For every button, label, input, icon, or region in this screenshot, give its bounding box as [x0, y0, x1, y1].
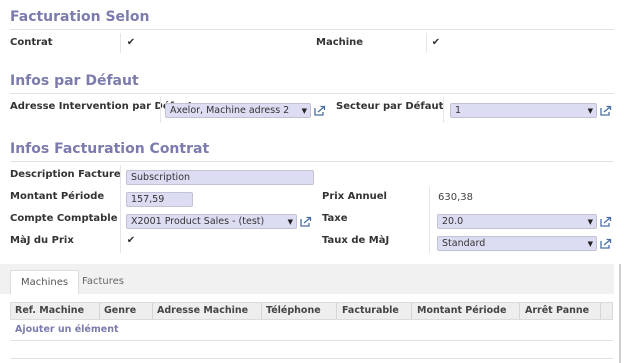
- invoice-description-input[interactable]: Subscription: [126, 170, 314, 185]
- machine-checkbox[interactable]: ✔: [431, 38, 441, 48]
- external-link-icon[interactable]: [300, 216, 312, 227]
- column-header-breakdown-stop[interactable]: Arrêt Panne: [525, 303, 589, 319]
- machine-label: Machine: [316, 37, 364, 48]
- column-header-machine-address[interactable]: Adresse Machine: [157, 303, 248, 319]
- default-address-select[interactable]: Axelor, Machine adress 2 ▼: [165, 103, 311, 118]
- contract-checkbox[interactable]: ✔: [126, 38, 136, 48]
- section-divider: [10, 29, 614, 30]
- field-separator: [120, 33, 121, 53]
- accounting-account-label: Compte Comptable: [10, 213, 118, 224]
- table-header: Ref. Machine Genre Adresse Machine Télép…: [10, 302, 613, 320]
- external-link-icon[interactable]: [600, 105, 612, 116]
- table-bottom-border: [10, 358, 613, 359]
- caret-down-icon: ▼: [587, 107, 593, 115]
- external-link-icon[interactable]: [600, 238, 612, 249]
- contract-label: Contrat: [10, 37, 53, 48]
- field-separator: [120, 165, 121, 253]
- default-sector-label: Secteur par Défaut: [336, 101, 444, 112]
- column-separator: [600, 303, 601, 319]
- annual-price-value: 630,38: [438, 192, 473, 203]
- vertical-scrollbar[interactable]: [619, 264, 621, 363]
- section-title-defaults: Infos par Défaut: [10, 73, 139, 89]
- price-update-label: MàJ du Prix: [10, 235, 74, 246]
- column-separator: [519, 303, 520, 319]
- check-icon: ✔: [126, 37, 136, 48]
- annual-price-label: Prix Annuel: [322, 191, 387, 202]
- column-separator: [411, 303, 412, 319]
- update-rate-select[interactable]: Standard ▼: [437, 236, 597, 251]
- section-title-billing-mode: Facturation Selon: [10, 9, 150, 25]
- accounting-account-select[interactable]: X2001 Product Sales - (test) ▼: [126, 214, 297, 229]
- caret-down-icon: ▼: [587, 218, 593, 226]
- tax-label: Taxe: [322, 213, 348, 224]
- external-link-icon[interactable]: [600, 216, 612, 227]
- check-icon: ✔: [431, 37, 441, 48]
- period-amount-input[interactable]: 157,59: [126, 192, 193, 207]
- section-divider: [10, 161, 614, 162]
- external-link-icon[interactable]: [314, 105, 326, 116]
- column-header-genre[interactable]: Genre: [104, 303, 136, 319]
- update-rate-label: Taux de MàJ: [322, 235, 390, 246]
- tab-machines[interactable]: Machines: [10, 270, 80, 294]
- section-title-contract-billing: Infos Facturation Contrat: [10, 141, 210, 157]
- table-row-divider: [10, 340, 613, 341]
- field-separator: [443, 97, 444, 123]
- field-separator: [429, 187, 430, 253]
- column-header-billable[interactable]: Facturable: [342, 303, 399, 319]
- field-separator: [160, 97, 161, 123]
- column-header-period-amount[interactable]: Montant Période: [417, 303, 506, 319]
- tab-factures[interactable]: Factures: [72, 270, 134, 294]
- period-amount-label: Montant Période: [10, 191, 105, 202]
- price-update-checkbox[interactable]: ✔: [126, 236, 136, 246]
- column-separator: [99, 303, 100, 319]
- field-separator: [426, 33, 427, 53]
- section-divider: [10, 93, 614, 94]
- invoice-description-label: Description Facture: [10, 169, 121, 180]
- caret-down-icon: ▼: [287, 218, 293, 226]
- column-header-ref-machine[interactable]: Ref. Machine: [15, 303, 84, 319]
- default-sector-select[interactable]: 1 ▼: [450, 103, 597, 118]
- caret-down-icon: ▼: [301, 107, 307, 115]
- column-separator: [152, 303, 153, 319]
- column-header-phone[interactable]: Téléphone: [266, 303, 321, 319]
- tax-select[interactable]: 20.0 ▼: [437, 214, 597, 229]
- column-separator: [336, 303, 337, 319]
- caret-down-icon: ▼: [587, 240, 593, 248]
- add-item-link[interactable]: Ajouter un élément: [15, 324, 119, 335]
- check-icon: ✔: [126, 235, 136, 246]
- column-separator: [261, 303, 262, 319]
